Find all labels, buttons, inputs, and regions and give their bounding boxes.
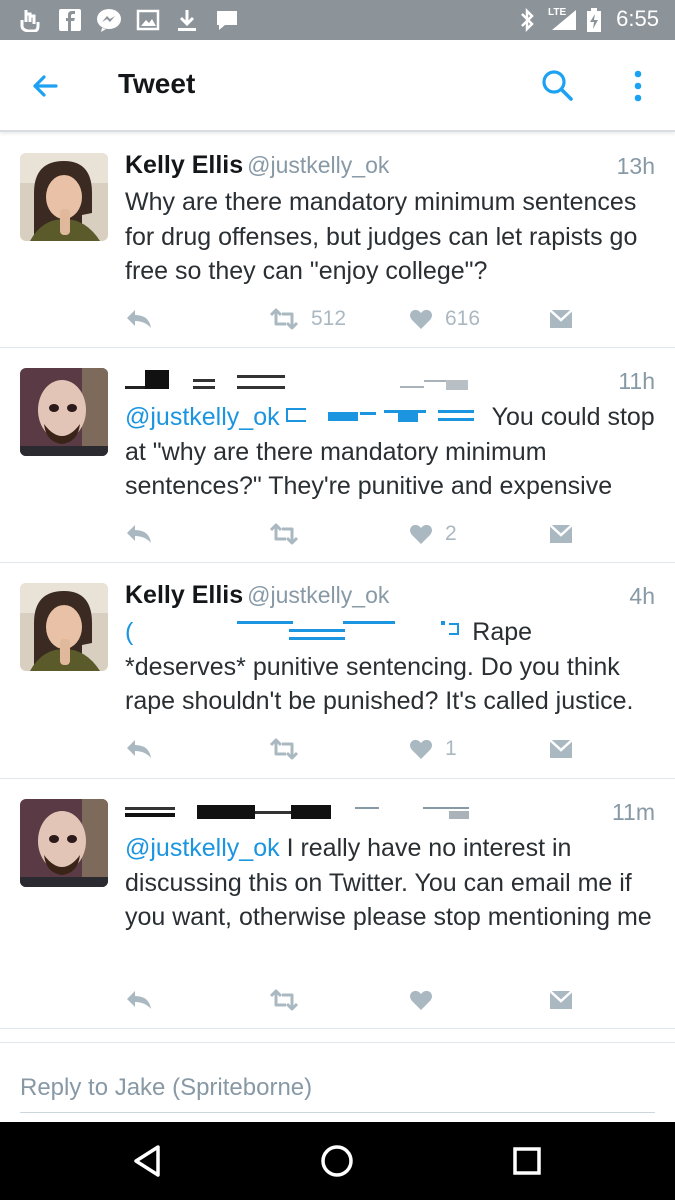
tweet-timestamp: 11m bbox=[611, 799, 655, 825]
page-title: Tweet bbox=[118, 68, 196, 99]
retweet-icon bbox=[269, 738, 299, 760]
nav-recents-icon[interactable] bbox=[507, 1141, 547, 1181]
tweet[interactable]: Kelly Ellis @justkelly_ok 4h ( Rape *dese… bbox=[0, 563, 675, 779]
tweet-author-handle[interactable]: @justkelly_ok bbox=[247, 582, 389, 608]
tweet[interactable]: 11m @justkelly_ok I really have no inter… bbox=[0, 779, 675, 1029]
like-button[interactable]: 616 bbox=[409, 304, 480, 334]
tweet-timestamp: 13h bbox=[616, 153, 655, 179]
retweet-button[interactable] bbox=[269, 734, 311, 764]
heart-icon bbox=[410, 524, 432, 544]
direct-message-button[interactable] bbox=[549, 304, 573, 334]
mention-prefix: ( bbox=[125, 618, 134, 646]
reply-input[interactable] bbox=[20, 1063, 655, 1113]
like-button[interactable] bbox=[409, 985, 445, 1015]
clock: 6:55 bbox=[616, 6, 659, 31]
chat-bubble-icon bbox=[217, 11, 237, 30]
tweet-text-content: *deserves* punitive sentencing. Do you t… bbox=[125, 652, 634, 716]
retweet-button[interactable]: 512 bbox=[269, 304, 346, 334]
direct-message-button[interactable] bbox=[549, 519, 573, 549]
like-count: 1 bbox=[445, 737, 457, 760]
messenger-icon bbox=[97, 9, 121, 32]
tweet-author-name[interactable]: Kelly Ellis bbox=[125, 581, 243, 609]
tweet-timestamp: 11h bbox=[618, 368, 655, 394]
nav-back-icon[interactable] bbox=[128, 1141, 168, 1181]
envelope-icon bbox=[549, 309, 573, 328]
nav-home-icon[interactable] bbox=[317, 1141, 357, 1181]
mention-link[interactable]: @justkelly_ok bbox=[125, 834, 280, 862]
tweet-header: 11h bbox=[125, 366, 655, 396]
direct-message-button[interactable] bbox=[549, 734, 573, 764]
redacted-author-name bbox=[125, 801, 345, 827]
tweet-actions: 2 bbox=[125, 519, 655, 549]
like-button[interactable]: 1 bbox=[409, 734, 457, 764]
avatar[interactable] bbox=[20, 153, 108, 241]
reply-icon bbox=[127, 740, 151, 758]
retweet-icon bbox=[269, 523, 299, 545]
redacted-mentions[interactable] bbox=[280, 404, 492, 428]
retweet-icon bbox=[269, 989, 299, 1011]
reply-icon bbox=[127, 525, 151, 543]
redacted-author-name bbox=[125, 370, 375, 396]
heart-icon bbox=[410, 990, 432, 1010]
status-bar: LTE 6:55 bbox=[0, 0, 675, 40]
tweet-actions bbox=[125, 985, 655, 1015]
gallery-icon bbox=[136, 9, 160, 31]
avatar[interactable] bbox=[20, 583, 108, 671]
retweet-button[interactable] bbox=[269, 985, 311, 1015]
like-count: 616 bbox=[445, 307, 481, 330]
like-count: 2 bbox=[445, 522, 457, 545]
reply-button[interactable] bbox=[125, 304, 153, 334]
redacted-author-handle bbox=[355, 801, 475, 827]
tweet-author-name[interactable]: Kelly Ellis bbox=[125, 151, 243, 179]
tweet-header: Kelly Ellis @justkelly_ok 13h bbox=[125, 151, 655, 181]
redacted-mentions[interactable] bbox=[133, 619, 465, 643]
tweet-header: 11m bbox=[125, 797, 655, 827]
heart-icon bbox=[410, 739, 432, 759]
redacted-author-handle bbox=[400, 370, 490, 396]
reply-button[interactable] bbox=[125, 519, 153, 549]
tweet-text: @justkelly_ok You could stop at "why are… bbox=[125, 400, 657, 504]
tweet-header: Kelly Ellis @justkelly_ok 4h bbox=[125, 581, 655, 611]
tweet-text-lead: Rape bbox=[472, 618, 533, 646]
system-nav-bar bbox=[0, 1122, 675, 1200]
tweet[interactable]: 11h @justkelly_ok You could stop at "why… bbox=[0, 348, 675, 563]
tweet-timestamp: 4h bbox=[629, 583, 655, 609]
retweet-button[interactable] bbox=[269, 519, 311, 549]
retweet-count: 512 bbox=[311, 307, 347, 330]
tweet-actions: 512 616 bbox=[125, 304, 655, 334]
like-button[interactable]: 2 bbox=[409, 519, 457, 549]
tweet-text: Why are there mandatory minimum sentence… bbox=[125, 188, 638, 285]
tweet-actions: 1 bbox=[125, 734, 655, 764]
reply-button[interactable] bbox=[125, 985, 153, 1015]
bluetooth-icon bbox=[521, 8, 534, 32]
app-bar: Tweet bbox=[0, 40, 675, 132]
reply-icon bbox=[127, 310, 151, 328]
battery-charging-icon bbox=[587, 8, 601, 32]
tweet-author-handle[interactable]: @justkelly_ok bbox=[247, 152, 389, 178]
touch-icon bbox=[20, 10, 40, 32]
direct-message-button[interactable] bbox=[549, 985, 573, 1015]
search-icon[interactable] bbox=[538, 66, 578, 106]
mention-link[interactable]: @justkelly_ok bbox=[125, 403, 280, 431]
retweet-icon bbox=[269, 308, 299, 330]
tweet-text: @justkelly_ok I really have no interest … bbox=[125, 831, 657, 935]
back-arrow-icon[interactable] bbox=[26, 66, 66, 106]
reply-button[interactable] bbox=[125, 734, 153, 764]
avatar[interactable] bbox=[20, 368, 108, 456]
reply-icon bbox=[127, 991, 151, 1009]
heart-icon bbox=[410, 309, 432, 329]
envelope-icon bbox=[549, 739, 573, 758]
reply-composer bbox=[0, 1042, 675, 1122]
envelope-icon bbox=[549, 524, 573, 543]
download-icon bbox=[178, 10, 196, 31]
avatar[interactable] bbox=[20, 799, 108, 887]
envelope-icon bbox=[549, 990, 573, 1009]
tweet[interactable]: Kelly Ellis @justkelly_ok 13h Why are the… bbox=[0, 133, 675, 348]
facebook-icon bbox=[59, 9, 81, 31]
tweet-text: ( Rape *deserves* punitive sentencing. D… bbox=[125, 615, 657, 719]
signal-icon bbox=[552, 10, 576, 30]
more-vert-icon[interactable] bbox=[620, 66, 656, 106]
